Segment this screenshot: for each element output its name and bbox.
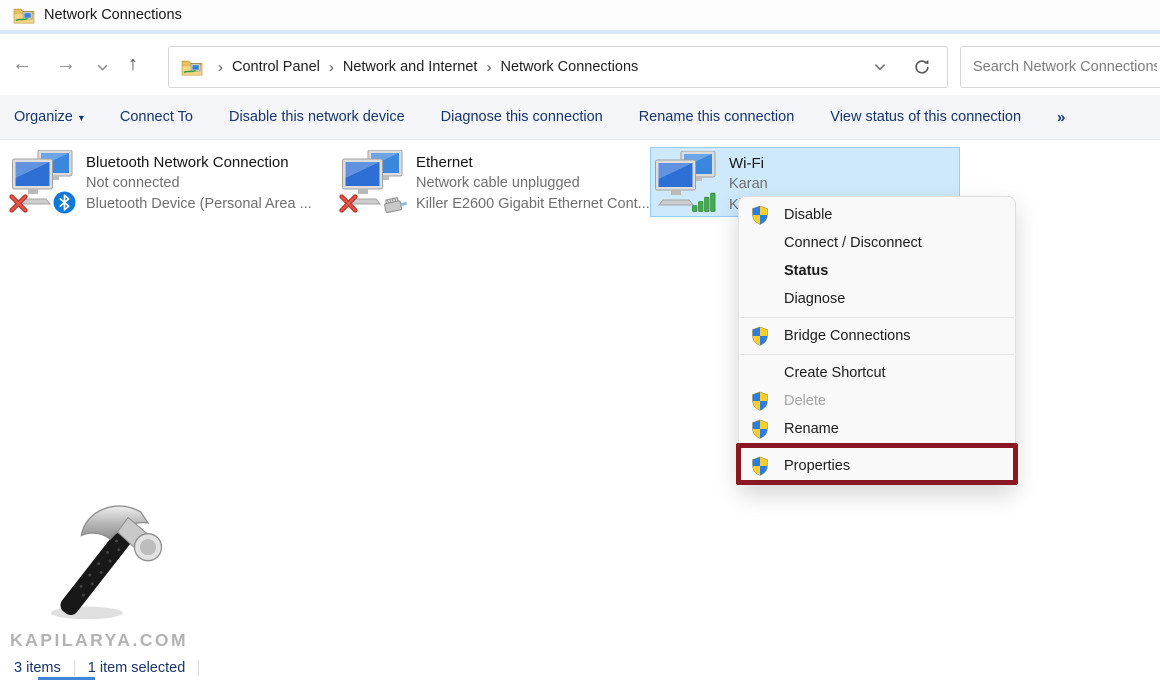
address-bar-controls — [873, 58, 935, 76]
connection-device: Killer E2600 Gigabit Ethernet Cont... — [416, 194, 650, 215]
toolbar-overflow-button[interactable]: » — [1057, 109, 1065, 126]
menu-item-status[interactable]: Status — [739, 257, 1015, 285]
connection-device: Bluetooth Device (Personal Area ... — [86, 194, 312, 215]
uac-shield-slot — [751, 419, 771, 439]
uac-shield-slot — [751, 205, 771, 225]
menu-separator — [740, 354, 1014, 355]
menu-separator — [740, 317, 1014, 318]
uac-shield-icon — [751, 326, 769, 346]
status-divider — [198, 660, 199, 676]
disconnected-x-icon — [338, 193, 359, 214]
context-menu: Disable Connect / Disconnect Status Diag… — [738, 196, 1016, 485]
status-bar: 3 items 1 item selected — [0, 655, 1160, 680]
breadcrumb-chevron-icon: › — [218, 59, 223, 76]
address-dropdown-chevron-icon[interactable] — [873, 60, 887, 74]
menu-item-label: Status — [784, 263, 828, 279]
up-button[interactable]: ↑ — [128, 52, 138, 76]
window-title: Network Connections — [44, 7, 182, 23]
ethernet-plug-badge-icon — [381, 194, 409, 214]
uac-shield-icon — [751, 205, 769, 225]
empty-icon-slot — [751, 261, 771, 281]
menu-item-label: Properties — [784, 458, 850, 474]
connection-name: Wi-Fi — [729, 153, 768, 174]
menu-item-label: Delete — [784, 393, 826, 409]
network-connections-window: Network Connections ← → ↑ › Control Panel… — [0, 0, 1160, 680]
status-divider — [74, 660, 75, 676]
connection-icon-box — [655, 151, 719, 215]
toolbar-item-view-status-of-this-connection[interactable]: View status of this connection — [830, 109, 1021, 125]
toolbar-item-organize[interactable]: Organize▾ — [14, 109, 84, 125]
menu-item-delete[interactable]: Delete — [739, 387, 1015, 415]
uac-shield-slot — [751, 456, 771, 476]
menu-item-label: Disable — [784, 207, 832, 223]
connection-item-bluetooth-network-connection[interactable]: Bluetooth Network Connection Not connect… — [8, 147, 330, 217]
search-input[interactable] — [973, 59, 1157, 75]
uac-shield-slot — [751, 391, 771, 411]
connection-name: Ethernet — [416, 152, 650, 173]
watermark-text: KAPILARYA.COM — [10, 630, 210, 651]
breadcrumb: › Control Panel › Network and Internet › Netw… — [209, 59, 638, 76]
address-folder-icon — [181, 58, 203, 76]
navigation-bar: ← → ↑ › Control Panel › Network and Interne… — [0, 34, 1160, 95]
menu-item-label: Connect / Disconnect — [784, 235, 922, 251]
titlebar: Network Connections — [0, 0, 1160, 30]
wifi-signal-badge-icon — [692, 191, 717, 212]
search-box — [960, 46, 1160, 88]
menu-separator — [740, 447, 1014, 448]
connection-texts: Ethernet Network cable unplugged Killer … — [416, 150, 650, 215]
recent-locations-chevron-icon[interactable] — [96, 61, 109, 74]
organize-dropdown-caret-icon: ▾ — [79, 113, 84, 124]
connection-status: Network cable unplugged — [416, 173, 650, 194]
hammer-logo-icon — [40, 488, 175, 628]
menu-item-label: Rename — [784, 421, 839, 437]
connection-item-ethernet[interactable]: Ethernet Network cable unplugged Killer … — [338, 147, 644, 217]
connection-icon-box — [342, 150, 406, 214]
items-count: 3 items — [14, 660, 61, 676]
menu-item-create-shortcut[interactable]: Create Shortcut — [739, 359, 1015, 387]
empty-icon-slot — [751, 233, 771, 253]
menu-item-rename[interactable]: Rename — [739, 415, 1015, 443]
address-bar[interactable]: › Control Panel › Network and Internet › Netw… — [168, 46, 948, 88]
empty-icon-slot — [751, 289, 771, 309]
connection-name: Bluetooth Network Connection — [86, 152, 312, 173]
menu-item-diagnose[interactable]: Diagnose — [739, 285, 1015, 313]
menu-item-label: Create Shortcut — [784, 365, 886, 381]
toolbar-item-rename-this-connection[interactable]: Rename this connection — [639, 109, 795, 125]
breadcrumb-network-and-internet[interactable]: Network and Internet — [343, 59, 478, 75]
toolbar-item-disable-this-network-device[interactable]: Disable this network device — [229, 109, 405, 125]
connection-status: Karan — [729, 174, 768, 195]
menu-item-connect-disconnect[interactable]: Connect / Disconnect — [739, 229, 1015, 257]
command-toolbar: Organize▾ Connect To Disable this network … — [0, 95, 1160, 140]
breadcrumb-network-connections[interactable]: Network Connections — [500, 59, 638, 75]
forward-button[interactable]: → — [56, 52, 76, 76]
refresh-icon[interactable] — [913, 58, 931, 76]
breadcrumb-chevron-icon: › — [486, 59, 491, 76]
menu-item-bridge-connections[interactable]: Bridge Connections — [739, 322, 1015, 350]
selected-count: 1 item selected — [88, 660, 186, 676]
toolbar-item-connect-to[interactable]: Connect To — [120, 109, 193, 125]
menu-item-disable[interactable]: Disable — [739, 201, 1015, 229]
connection-status: Not connected — [86, 173, 312, 194]
uac-shield-slot — [751, 326, 771, 346]
breadcrumb-chevron-icon: › — [329, 59, 334, 76]
menu-item-label: Bridge Connections — [784, 328, 911, 344]
toolbar-item-diagnose-this-connection[interactable]: Diagnose this connection — [441, 109, 603, 125]
breadcrumb-control-panel[interactable]: Control Panel — [232, 59, 320, 75]
empty-icon-slot — [751, 363, 771, 383]
disconnected-x-icon — [8, 193, 29, 214]
uac-shield-icon — [751, 456, 769, 476]
uac-shield-icon — [751, 391, 769, 411]
menu-item-properties[interactable]: Properties — [739, 452, 1015, 480]
menu-item-label: Diagnose — [784, 291, 845, 307]
back-button[interactable]: ← — [12, 52, 32, 76]
network-folder-icon — [13, 6, 35, 24]
connections-list: Bluetooth Network Connection Not connect… — [0, 140, 1160, 655]
bluetooth-badge-icon — [53, 191, 76, 214]
uac-shield-icon — [751, 419, 769, 439]
connection-icon-box — [12, 150, 76, 214]
connection-texts: Bluetooth Network Connection Not connect… — [86, 150, 312, 215]
watermark: KAPILARYA.COM — [10, 488, 210, 651]
